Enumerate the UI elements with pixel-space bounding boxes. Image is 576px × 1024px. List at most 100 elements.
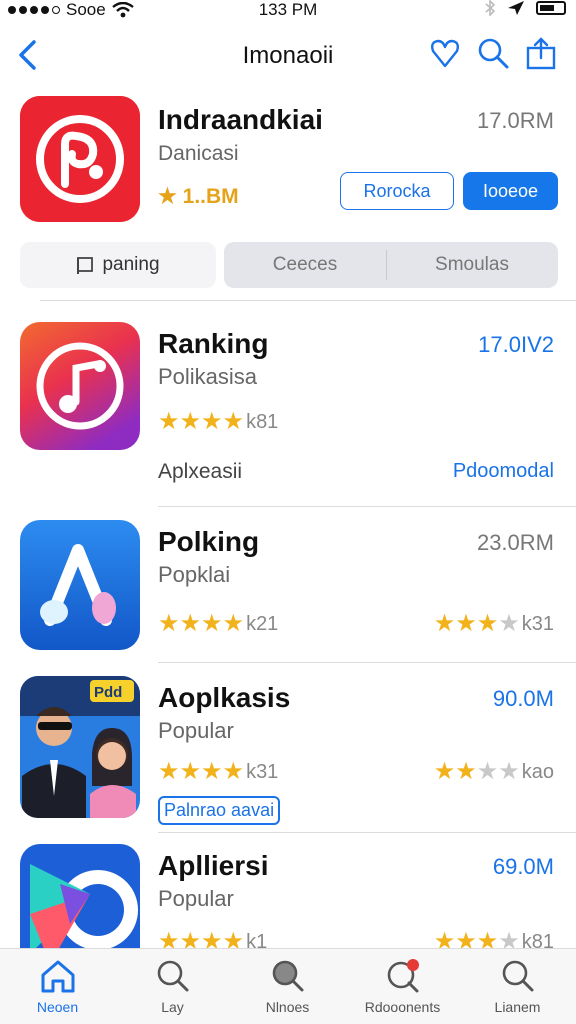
star-icon: ★ — [158, 408, 180, 435]
bluetooth-icon — [485, 0, 496, 16]
tab-bar-label: Lianem — [494, 999, 541, 1015]
flag-icon — [77, 257, 94, 274]
app-icon-music-red — [20, 96, 140, 222]
location-icon — [508, 1, 524, 15]
tab-bar-label: Lay — [161, 999, 184, 1015]
tab-bar-item-search-2[interactable]: Lianem — [460, 957, 575, 1021]
star-icon: ★ — [179, 408, 202, 435]
star-icon: ★ — [222, 610, 245, 637]
app-icon-blue-a — [20, 520, 140, 650]
app-size: 90.0M — [492, 686, 554, 711]
app-subtitle: Polikasisa — [158, 364, 258, 389]
star-rating: ★ ★ ★ ★ k81 — [158, 410, 278, 434]
search-icon — [502, 960, 533, 992]
search-icon — [157, 960, 188, 992]
app-name: Aplliersi — [158, 850, 269, 881]
tab-bar-item-updates[interactable]: Rdooonents — [345, 957, 460, 1021]
get-button[interactable]: Iooeoe — [463, 172, 558, 210]
download-link[interactable]: Pdoomodal — [453, 460, 554, 483]
tab-bar-item-search-filled[interactable]: Nlnoes — [230, 957, 345, 1021]
tab-smoulas[interactable]: Smoulas — [386, 242, 558, 288]
star-icon: ★ — [201, 408, 223, 435]
app-icon-play-gradient — [20, 844, 140, 948]
rating-count: k31 — [246, 760, 279, 783]
star-rating-secondary: ★ ★ ★ ★ k31 — [434, 612, 554, 636]
divider — [158, 662, 576, 663]
icon-badge-text: Pdd — [94, 684, 122, 701]
rating-value: 1..BM — [182, 185, 239, 208]
app-rating: ★ 1..BM — [158, 184, 239, 209]
tab-ceeces[interactable]: Ceeces — [224, 242, 386, 288]
star-icon: ★ — [476, 928, 499, 949]
rating-count: k21 — [246, 612, 279, 635]
app-size: 17.0RM — [476, 108, 554, 133]
heart-icon[interactable] — [428, 36, 462, 70]
star-rating-secondary: ★ ★ ★ ★ k81 — [433, 928, 554, 949]
tab-label: paning — [102, 254, 160, 275]
star-icon: ★ — [455, 758, 477, 785]
app-name: Ranking — [158, 328, 269, 359]
rating-count: k81 — [521, 930, 554, 949]
status-right — [484, 0, 566, 16]
app-size: 17.0IV2 — [478, 332, 554, 357]
app-subtitle: Popular — [158, 886, 234, 911]
rating-count: kao — [521, 760, 554, 783]
star-icon: ★ — [179, 610, 202, 637]
tab-bar-label: Neoen — [36, 999, 79, 1015]
app-subtitle: Popular — [158, 718, 234, 743]
tab-bar-item-home[interactable]: Neoen — [0, 957, 115, 1021]
list-item[interactable]: Aplliersi Popular 69.0M ★ ★ ★ ★ k1 ★ ★ ★… — [20, 844, 560, 948]
divider — [158, 506, 576, 507]
list-item[interactable]: Polking Popklai 23.0RM ★ ★ ★ ★ k21 ★ ★ ★… — [20, 520, 560, 655]
status-bar: Sooe 133 PM — [0, 0, 576, 22]
divider — [40, 300, 576, 301]
nav-bar: Imonaoii — [0, 30, 576, 80]
app-icon-people: Pdd — [20, 676, 140, 818]
star-icon: ★ — [498, 928, 520, 949]
share-icon[interactable] — [524, 36, 558, 70]
star-icon: ★ — [498, 758, 520, 785]
featured-app[interactable]: Indraandkiai Danicasi 17.0RM ★ 1..BM Ror… — [20, 96, 560, 226]
segment-tabs: paning Ceeces Smoulas — [20, 242, 558, 288]
app-subtitle: Danicasi — [158, 142, 239, 165]
tab-bar: Neoen Lay Nlnoes Rdooonents Lianem — [0, 948, 576, 1024]
promo-chip[interactable]: Palnrao aavai — [158, 796, 281, 825]
app-name: Aoplkasis — [158, 682, 291, 713]
tab-bar-label: Rdooonents — [364, 999, 441, 1015]
star-icon: ★ — [433, 610, 456, 637]
nav-actions — [428, 36, 558, 70]
star-icon: ★ — [455, 928, 477, 949]
star-icon: ★ — [201, 928, 223, 949]
app-icon-music-gradient — [20, 322, 140, 450]
star-rating: ★ ★ ★ ★ k31 — [158, 760, 278, 784]
rating-count: k1 — [246, 930, 268, 949]
rating-count: k31 — [521, 612, 554, 635]
app-name: Indraandkiai — [158, 104, 323, 135]
secondary-button[interactable]: Rorocka — [340, 172, 454, 210]
star-icon: ★ — [433, 928, 456, 949]
search-filled-icon — [272, 960, 303, 992]
list-item[interactable]: Pdd Aoplkasis Popular 90.0M ★ ★ ★ ★ k31 … — [20, 676, 560, 826]
app-size: 69.0M — [492, 854, 554, 879]
app-name: Polking — [158, 526, 260, 557]
star-rating-secondary: ★ ★ ★ ★ kao — [434, 760, 554, 784]
star-icon: ★ — [222, 408, 245, 435]
star-icon: ★ — [158, 610, 180, 637]
home-icon — [41, 960, 74, 993]
rating-count: k81 — [246, 410, 279, 433]
star-icon: ★ — [455, 610, 477, 637]
tab-bar-label: Nlnoes — [265, 999, 310, 1015]
app-category: Aplxeasii — [158, 460, 243, 483]
rating-icon: ★ — [158, 185, 177, 208]
divider — [158, 832, 576, 833]
star-icon: ★ — [498, 610, 520, 637]
star-rating: ★ ★ ★ ★ k1 — [158, 928, 268, 949]
tab-paning[interactable]: paning — [20, 242, 216, 288]
star-icon: ★ — [222, 928, 245, 949]
star-icon: ★ — [201, 758, 223, 785]
tab-bar-item-search[interactable]: Lay — [115, 957, 230, 1021]
star-icon: ★ — [158, 758, 180, 785]
list-item[interactable]: Ranking Polikasisa 17.0IV2 ★ ★ ★ ★ k81 A… — [20, 322, 560, 492]
search-icon[interactable] — [476, 36, 510, 70]
star-icon: ★ — [179, 928, 202, 949]
